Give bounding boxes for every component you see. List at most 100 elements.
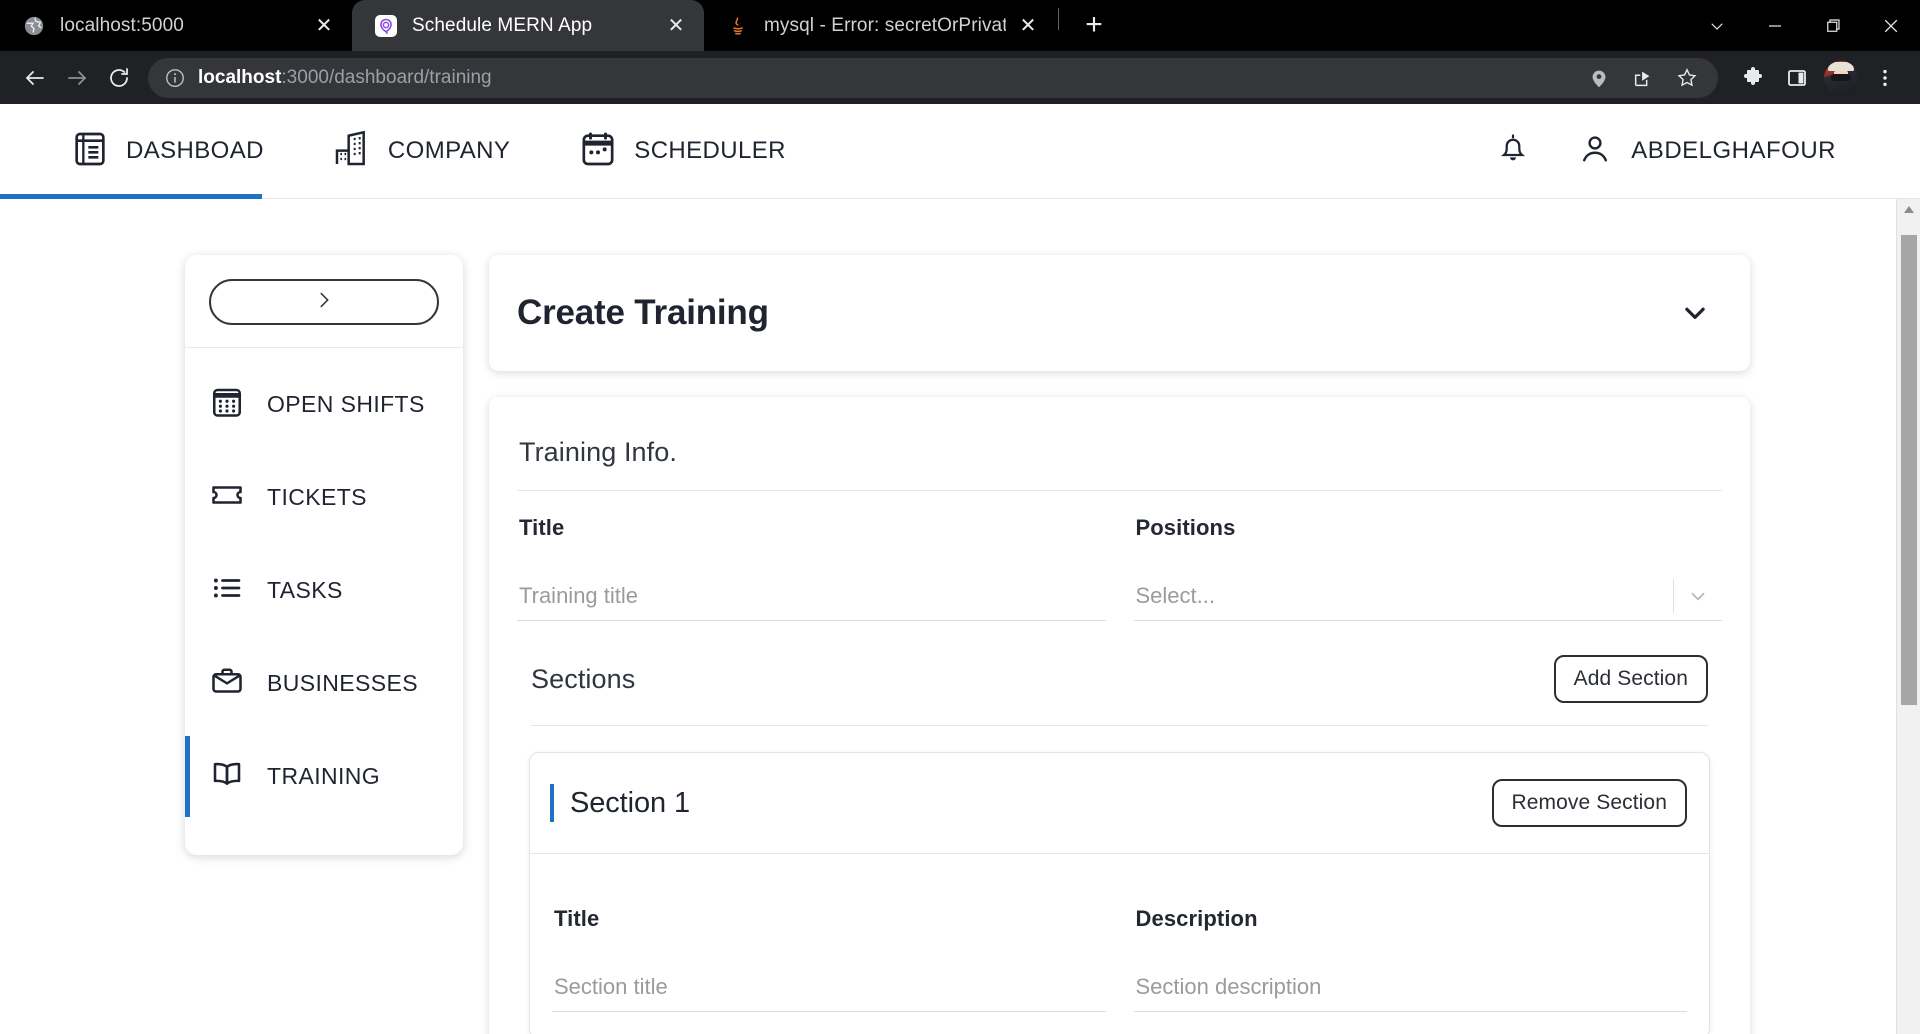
tabs-area: localhost:5000 ✕ Schedule MERN App ✕ mys…: [0, 0, 1117, 51]
close-window-icon[interactable]: [1862, 0, 1920, 51]
minimize-icon[interactable]: [1746, 0, 1804, 51]
section-title-wrap: Section 1: [550, 784, 690, 822]
sidebar-item-tasks[interactable]: TASKS: [185, 544, 463, 637]
tab-title: localhost:5000: [60, 14, 184, 36]
sidebar-item-open-shifts[interactable]: OPEN SHIFTS: [185, 358, 463, 451]
mern-app-icon: [374, 14, 398, 38]
training-title-label: Title: [519, 515, 565, 540]
url-path: :3000/dashboard/training: [281, 66, 492, 88]
extensions-puzzle-icon[interactable]: [1732, 57, 1774, 99]
tab-separator: [1058, 7, 1059, 30]
nav-item-dashboard[interactable]: DASHBOAD: [36, 104, 298, 199]
training-info-fields: Title Training title Positions Select...: [517, 491, 1722, 621]
nav-label: DASHBOAD: [126, 137, 264, 164]
tab-search-icon[interactable]: [1688, 0, 1746, 51]
browser-tab-1[interactable]: localhost:5000 ✕: [0, 0, 352, 51]
section-title-input[interactable]: Section title: [552, 962, 1106, 1012]
training-info-body: Training Info. Title Training title Posi…: [489, 397, 1750, 1034]
sidebar-collapse-button[interactable]: [209, 279, 439, 325]
ticket-icon: [209, 477, 245, 518]
browser-toolbar: localhost:3000/dashboard/training: [0, 51, 1920, 104]
url-host: localhost: [198, 66, 282, 88]
browser-window: localhost:5000 ✕ Schedule MERN App ✕ mys…: [0, 0, 1920, 1034]
training-info-heading: Training Info.: [519, 437, 677, 467]
navbar-items: DASHBOAD COMPANY SCHEDULER: [36, 104, 820, 199]
user-icon: [1577, 131, 1613, 172]
location-pin-icon[interactable]: [1578, 57, 1620, 99]
chevron-down-icon[interactable]: [1674, 585, 1722, 607]
add-section-button[interactable]: Add Section: [1553, 655, 1708, 703]
nav-item-scheduler[interactable]: SCHEDULER: [544, 104, 820, 199]
profile-avatar[interactable]: [1820, 57, 1862, 99]
training-positions-field: Positions Select...: [1133, 515, 1723, 621]
page-viewport: DASHBOAD COMPANY SCHEDULER ABDELGHAFOUR …: [0, 104, 1920, 1034]
share-icon[interactable]: [1622, 57, 1664, 99]
sidebar-top: [185, 255, 463, 348]
dashboard-icon: [70, 129, 110, 174]
sidebar-item-label: BUSINESSES: [267, 670, 418, 696]
more-menu-icon[interactable]: [1864, 57, 1906, 99]
sidebar-item-tickets[interactable]: TICKETS: [185, 451, 463, 544]
sidebar: OPEN SHIFTS TICKETS TASKS BUSINESSES TRA…: [185, 255, 463, 855]
training-positions-label: Positions: [1135, 515, 1236, 540]
placeholder-text: Training title: [519, 582, 639, 608]
section-fields: Title Section title Description Section …: [552, 882, 1687, 1012]
section-title: Section 1: [570, 786, 691, 819]
section-card-1: Section 1 Remove Section Title Section t…: [529, 752, 1710, 1034]
chevron-down-icon[interactable]: [1680, 298, 1710, 328]
briefcase-icon: [209, 663, 245, 704]
company-building-icon: [332, 129, 372, 174]
sidebar-item-businesses[interactable]: BUSINESSES: [185, 637, 463, 730]
book-icon: [209, 756, 245, 797]
bookmark-star-icon[interactable]: [1666, 57, 1708, 99]
training-positions-select[interactable]: Select...: [1133, 571, 1723, 621]
scrollbar-thumb[interactable]: [1901, 235, 1917, 705]
java-icon: [726, 14, 750, 38]
scroll-up-arrow-icon[interactable]: [1897, 199, 1920, 221]
close-icon[interactable]: ✕: [662, 12, 690, 40]
create-training-header[interactable]: Create Training: [489, 255, 1750, 371]
page-content: OPEN SHIFTS TICKETS TASKS BUSINESSES TRA…: [0, 199, 1920, 1034]
reload-icon[interactable]: [98, 57, 140, 99]
back-icon[interactable]: [14, 57, 56, 99]
user-menu[interactable]: ABDELGHAFOUR: [1577, 131, 1836, 172]
create-training-card: Create Training: [489, 255, 1750, 371]
tab-strip: localhost:5000 ✕ Schedule MERN App ✕ mys…: [0, 0, 1920, 51]
page-scrollbar[interactable]: [1896, 199, 1920, 1034]
window-controls: [1688, 0, 1920, 51]
select-wrap: Select...: [1136, 578, 1723, 613]
section-title-label: Title: [554, 906, 600, 931]
user-name: ABDELGHAFOUR: [1631, 137, 1836, 164]
maximize-icon[interactable]: [1804, 0, 1862, 51]
app-navbar: DASHBOAD COMPANY SCHEDULER ABDELGHAFOUR: [0, 104, 1920, 199]
section-body: Title Section title Description Section …: [530, 854, 1709, 1034]
sidebar-item-label: TICKETS: [267, 484, 367, 510]
side-panel-icon[interactable]: [1776, 57, 1818, 99]
section-header: Section 1 Remove Section: [530, 753, 1709, 853]
sidebar-item-training[interactable]: TRAINING: [185, 730, 463, 823]
remove-section-button[interactable]: Remove Section: [1491, 779, 1687, 827]
navbar-right: ABDELGHAFOUR: [1495, 131, 1884, 172]
nav-label: COMPANY: [387, 137, 511, 164]
new-tab-button[interactable]: +: [1071, 2, 1117, 48]
sidebar-item-label: TRAINING: [267, 763, 381, 789]
section-accent-bar: [550, 784, 554, 822]
tab-title: Schedule MERN App: [412, 14, 593, 36]
sidebar-items: OPEN SHIFTS TICKETS TASKS BUSINESSES TRA…: [185, 348, 463, 849]
site-info-icon[interactable]: [162, 65, 188, 91]
training-title-input[interactable]: Training title: [517, 571, 1106, 621]
sections-header: Sections Add Section: [517, 621, 1722, 725]
section-description-input[interactable]: Section description: [1133, 962, 1687, 1012]
address-bar[interactable]: localhost:3000/dashboard/training: [148, 57, 1718, 99]
divider: [531, 725, 1708, 726]
placeholder-text: Section description: [1135, 973, 1322, 999]
bell-icon[interactable]: [1495, 131, 1531, 172]
section-description-field: Description Section description: [1133, 906, 1687, 1012]
forward-icon[interactable]: [56, 57, 98, 99]
browser-tab-2[interactable]: Schedule MERN App ✕: [352, 0, 704, 51]
close-icon[interactable]: ✕: [1014, 12, 1042, 40]
sections-heading: Sections: [531, 663, 636, 694]
browser-tab-3[interactable]: mysql - Error: secretOrPrivateKey ✕: [704, 0, 1056, 51]
nav-item-company[interactable]: COMPANY: [298, 104, 544, 199]
close-icon[interactable]: ✕: [310, 12, 338, 40]
